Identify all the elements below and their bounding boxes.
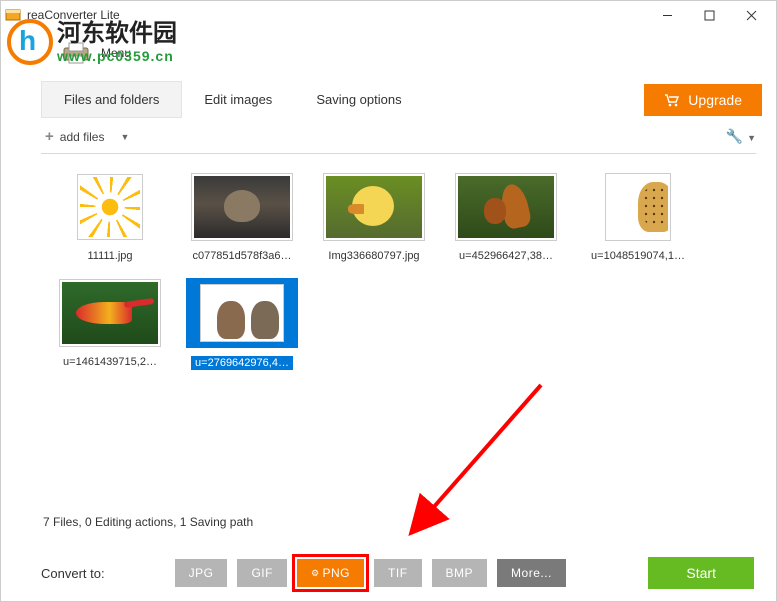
file-item[interactable]: 11111.jpg — [55, 168, 165, 262]
menu-button[interactable]: Menu — [95, 44, 137, 62]
format-png-button[interactable]: ⚙PNG — [297, 559, 364, 587]
start-button[interactable]: Start — [648, 557, 754, 589]
thumbnail-image — [326, 176, 422, 238]
file-name: 11111.jpg — [87, 250, 132, 262]
toolbar: + add files ▼ 🔧▼ — [45, 128, 756, 145]
titlebar: reaConverter Lite — [1, 1, 776, 29]
convert-to-label: Convert to: — [41, 566, 105, 581]
file-item[interactable]: u=452966427,38… — [451, 168, 561, 262]
gear-icon: ⚙ — [311, 568, 320, 578]
file-name: u=452966427,38… — [459, 250, 553, 262]
footer: Convert to: JPG GIF ⚙PNG TIF BMP More...… — [1, 557, 776, 589]
thumbnail-grid: 11111.jpg c077851d578f3a6… Img336680797.… — [1, 154, 776, 424]
tabs-row: Files and folders Edit images Saving opt… — [41, 81, 762, 118]
tab-files-and-folders[interactable]: Files and folders — [41, 81, 182, 118]
file-name: c077851d578f3a6… — [192, 250, 291, 262]
app-icon — [5, 7, 21, 23]
status-text: 7 Files, 0 Editing actions, 1 Saving pat… — [43, 515, 253, 529]
tab-edit-images[interactable]: Edit images — [182, 82, 294, 117]
file-item[interactable]: u=1048519074,1… — [583, 168, 693, 262]
add-files-button[interactable]: + add files ▼ — [45, 128, 129, 145]
window-title: reaConverter Lite — [27, 8, 646, 22]
chevron-down-icon: ▼ — [120, 132, 129, 142]
printer-icon — [61, 42, 91, 64]
close-button[interactable] — [730, 3, 772, 27]
chevron-down-icon: ▼ — [747, 133, 756, 143]
format-gif-button[interactable]: GIF — [237, 559, 287, 587]
file-name: u=2769642976,4… — [191, 356, 293, 370]
thumbnail-image — [194, 176, 290, 238]
settings-button[interactable]: 🔧▼ — [726, 128, 756, 145]
upgrade-button[interactable]: Upgrade — [644, 84, 762, 116]
file-name: Img336680797.jpg — [328, 250, 419, 262]
maximize-button[interactable] — [688, 3, 730, 27]
thumbnail-image — [608, 176, 668, 238]
thumbnail-image — [203, 287, 281, 339]
format-tif-button[interactable]: TIF — [374, 559, 422, 587]
minimize-button[interactable] — [646, 3, 688, 27]
wrench-icon: 🔧 — [726, 128, 743, 144]
file-item-selected[interactable]: u=2769642976,4… — [187, 274, 297, 370]
tab-saving-options[interactable]: Saving options — [294, 82, 423, 117]
menu-bar: Menu — [1, 39, 776, 67]
file-name: u=1461439715,2… — [63, 356, 157, 368]
add-files-label: add files — [60, 130, 105, 144]
thumbnail-image — [458, 176, 554, 238]
format-jpg-button[interactable]: JPG — [175, 559, 228, 587]
file-item[interactable]: u=1461439715,2… — [55, 274, 165, 370]
format-bmp-button[interactable]: BMP — [432, 559, 488, 587]
format-more-button[interactable]: More... — [497, 559, 566, 587]
file-item[interactable]: Img336680797.jpg — [319, 168, 429, 262]
cart-icon — [664, 93, 680, 107]
file-name: u=1048519074,1… — [591, 250, 685, 262]
thumbnail-image — [80, 177, 140, 237]
file-item[interactable]: c077851d578f3a6… — [187, 168, 297, 262]
thumbnail-image — [62, 282, 158, 344]
plus-icon: + — [45, 128, 54, 145]
upgrade-label: Upgrade — [688, 92, 742, 108]
